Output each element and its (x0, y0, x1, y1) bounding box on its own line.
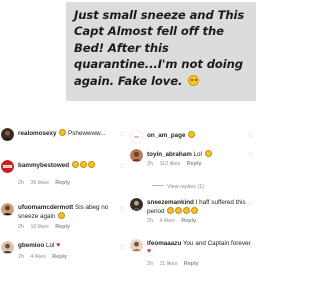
laughing-face-icon (191, 207, 199, 214)
post-caption-card: Just small sneeze and This Capt Almost f… (66, 2, 256, 101)
comment-meta: 2h 11 likes Reply (147, 261, 204, 267)
svg-text:on: on (134, 134, 138, 139)
comment-body: ufuomamcdermott Sis abeg no sneeze again (18, 204, 127, 221)
comment-text: You and Captain forever (182, 240, 251, 247)
avatar[interactable]: BAM (1, 160, 14, 173)
heart-outline-icon[interactable]: ♡ (120, 206, 125, 213)
reply-button[interactable]: Reply (181, 218, 196, 224)
laughing-face-icon (87, 161, 95, 168)
laughing-face-icon (59, 129, 67, 136)
svg-text:BAM: BAM (4, 165, 11, 169)
view-replies-link[interactable]: View replies (1) (152, 184, 204, 190)
comment-meta: 2h 36 likes Reply (18, 180, 75, 186)
comment-username[interactable]: sneezemankind (147, 199, 194, 206)
reply-button[interactable]: Reply (55, 180, 70, 186)
comment-likes[interactable]: 36 likes (31, 180, 49, 186)
comment-body: toyin_abraham Lol (147, 150, 255, 159)
laughing-face-icon (183, 207, 191, 214)
comment-username[interactable]: toyin_abraham (147, 151, 192, 158)
caption-line: again. Fake love. (74, 73, 252, 89)
red-heart-icon: ♥ (147, 248, 152, 255)
heart-outline-icon[interactable]: ♡ (120, 244, 125, 251)
avatar[interactable] (1, 203, 14, 216)
comment-body: gbemioo Lol ♥ (18, 242, 127, 250)
laughing-face-icon (204, 150, 212, 157)
comment-meta: 2h 112 likes Reply (147, 161, 207, 167)
reply-button[interactable]: Reply (55, 224, 70, 230)
comment-likes[interactable]: 10 likes (31, 224, 49, 230)
rolling-eyes-emoji-icon (188, 74, 200, 86)
heart-outline-icon[interactable]: ♡ (248, 242, 253, 249)
avatar[interactable] (130, 239, 143, 252)
comment-likes[interactable]: 11 likes (160, 261, 178, 267)
comment-meta: 2h 4 likes Reply (18, 254, 72, 260)
avatar[interactable]: on (130, 130, 143, 143)
comment-time: 2h (18, 254, 24, 260)
avatar[interactable] (1, 128, 14, 141)
comment-time: 2h (147, 261, 153, 267)
comment-time: 2h (147, 161, 153, 167)
comment-username[interactable]: realomosexy (18, 130, 57, 137)
laughing-face-icon (58, 212, 66, 219)
caption-line: quarantine...I'm not doing (74, 57, 243, 72)
comment-time: 2h (18, 224, 24, 230)
comment-likes[interactable]: 4 likes (31, 254, 46, 260)
comment-body: ifeomaaazu You and Captain forever ♥ (147, 240, 255, 256)
comment-username[interactable]: bammybestowed (18, 162, 69, 169)
comment-likes[interactable]: 4 likes (160, 218, 175, 224)
laughing-face-icon (175, 207, 183, 214)
comment-time: 2h (147, 218, 153, 224)
comment-username[interactable]: ifeomaaazu (147, 240, 181, 247)
avatar[interactable] (130, 198, 143, 211)
comment-body: bammybestowed (18, 161, 127, 170)
avatar[interactable] (130, 149, 143, 162)
caption-line: Bed! After this (74, 40, 169, 55)
post-caption-text: Just small sneeze and This Capt Almost f… (74, 7, 252, 89)
reply-button[interactable]: Reply (52, 254, 67, 260)
caption-line: Just small sneeze and This (74, 8, 245, 22)
laughing-face-icon (167, 207, 175, 214)
heart-outline-icon[interactable]: ♡ (120, 131, 125, 138)
reply-button[interactable]: Reply (187, 161, 202, 167)
heart-outline-icon[interactable]: ♡ (248, 133, 253, 140)
caption-line: Capt Almost fell off the (74, 24, 224, 39)
reply-button[interactable]: Reply (184, 261, 199, 267)
comment-body: realomosexy Pshewwww... (18, 129, 127, 138)
comment-text: Lol (46, 242, 55, 249)
comment-meta: 2h 10 likes Reply (18, 224, 75, 230)
heart-outline-icon[interactable]: ♡ (248, 201, 253, 208)
heart-outline-icon[interactable]: ♡ (120, 163, 125, 170)
comment-body: on_am_page (147, 131, 255, 140)
laughing-face-icon (188, 131, 196, 138)
comment-username[interactable]: ufuomamcdermott (18, 204, 73, 211)
comment-username[interactable]: gbemioo (18, 242, 44, 249)
avatar[interactable] (1, 241, 14, 254)
comment-likes[interactable]: 112 likes (160, 161, 181, 167)
comment-time: 2h (18, 180, 24, 186)
comment-text: Pshewwww... (68, 130, 106, 137)
laughing-face-icon (79, 161, 87, 168)
heart-outline-icon[interactable]: ♡ (248, 152, 253, 159)
comment-text: Lol (193, 151, 202, 158)
comment-meta: 2h 4 likes Reply (147, 218, 201, 224)
laughing-face-icon (71, 161, 79, 168)
red-heart-icon: ♥ (56, 242, 61, 249)
comment-body: sneezemankind I haff suffered this perio… (147, 199, 255, 216)
comment-username[interactable]: on_am_page (147, 132, 186, 139)
